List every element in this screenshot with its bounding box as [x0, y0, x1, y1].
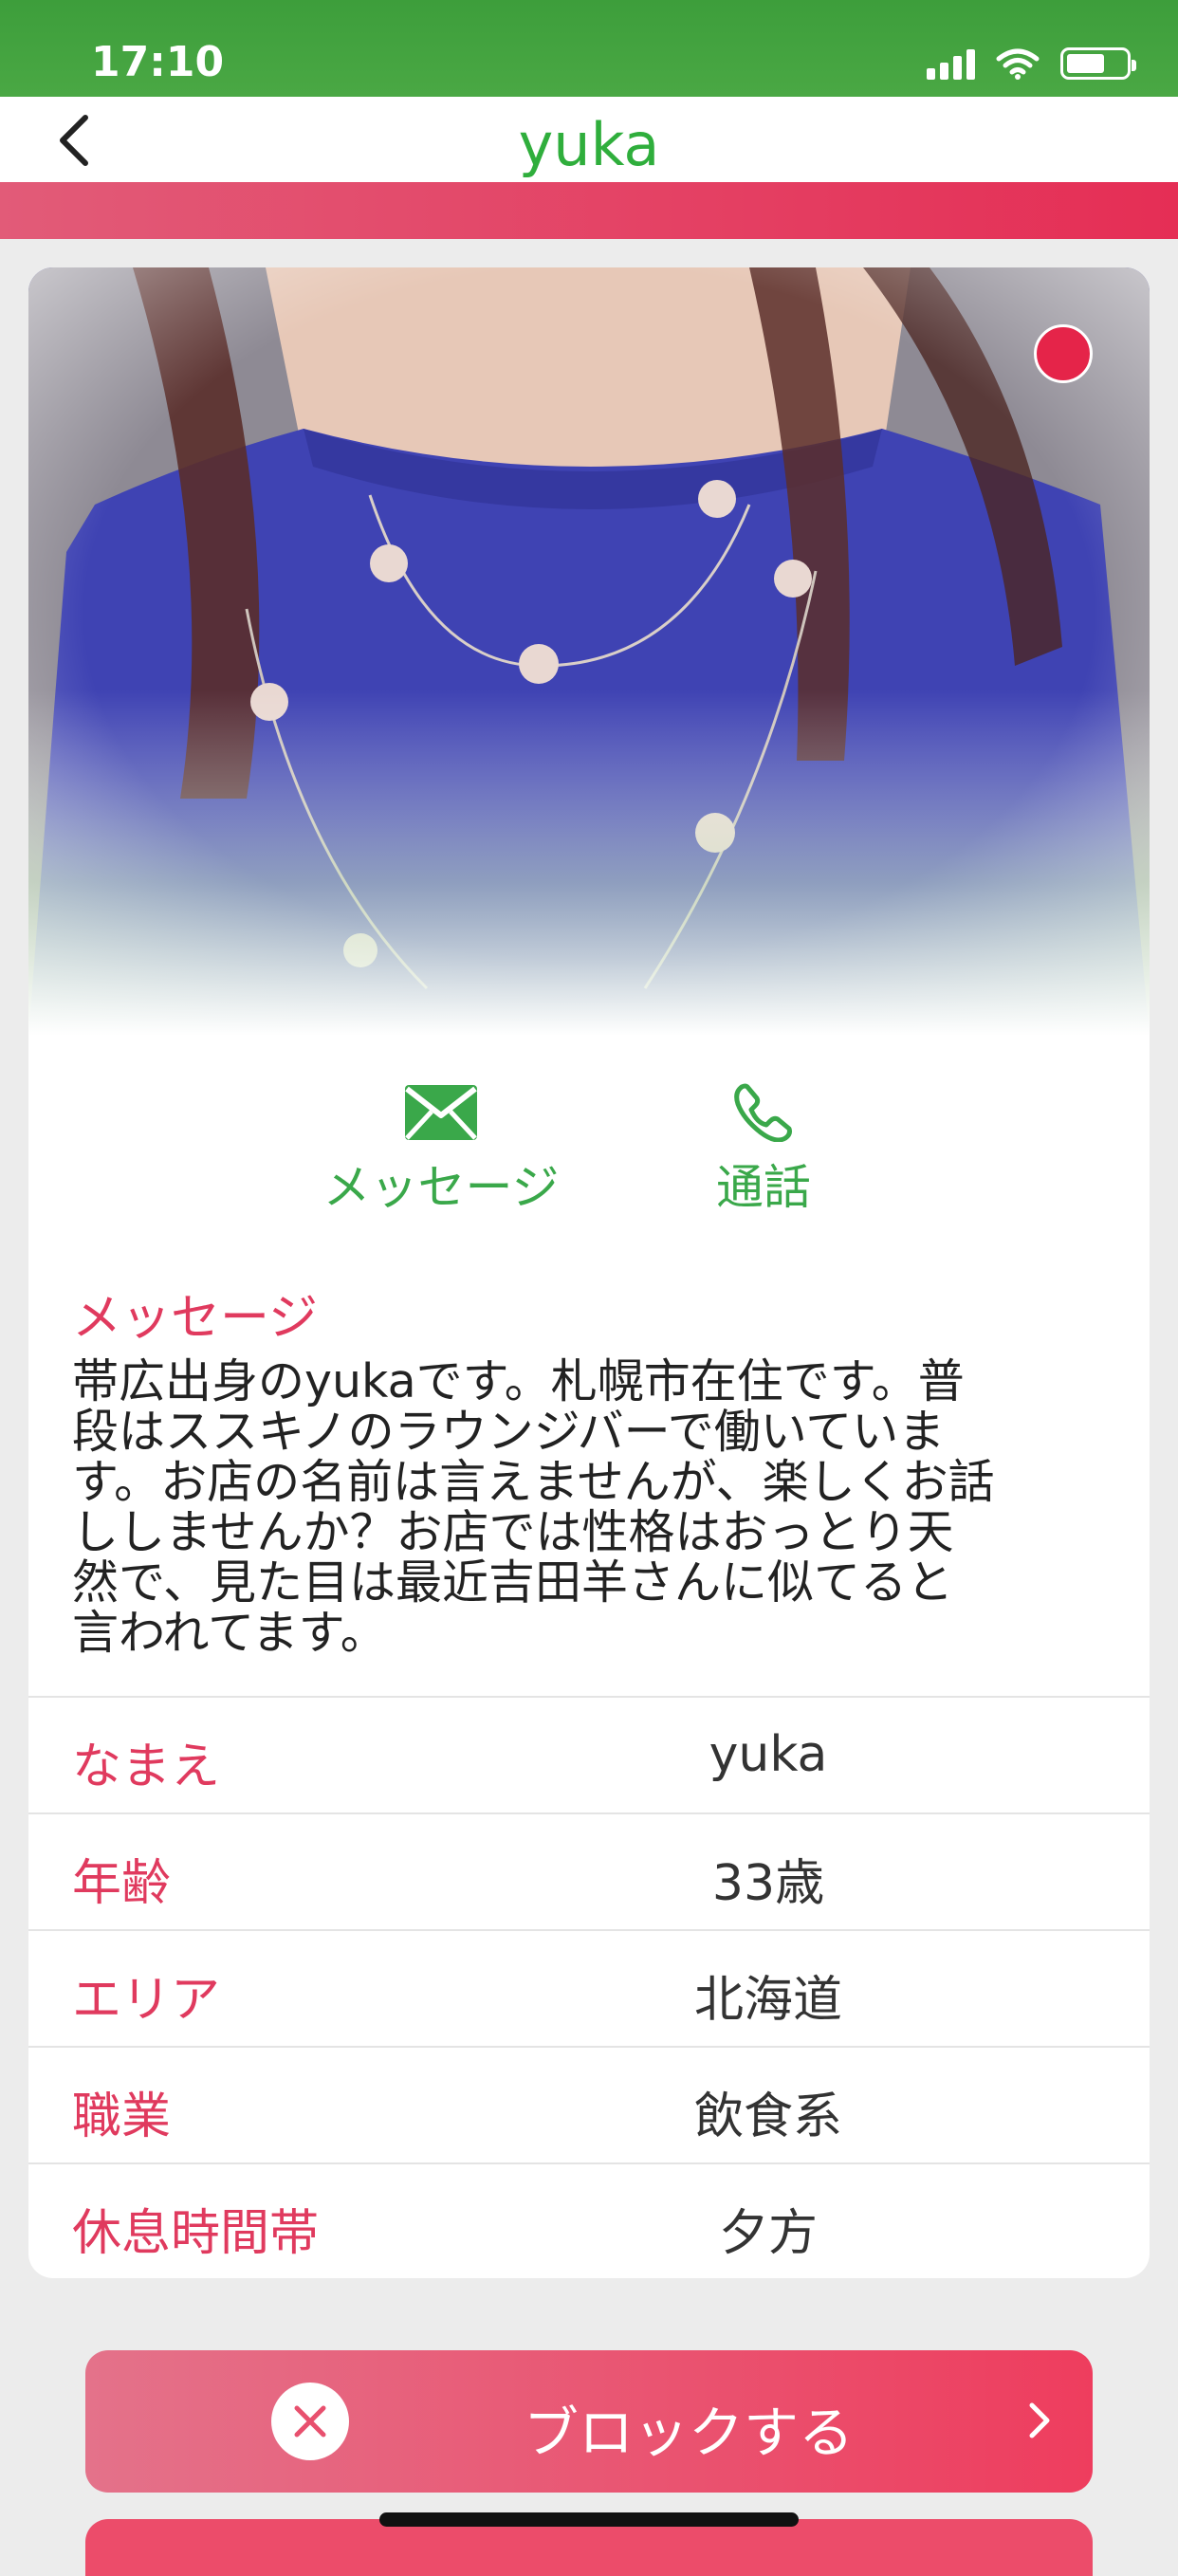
page-title: yuka: [518, 110, 660, 179]
status-bar: 17:10: [0, 0, 1178, 97]
info-key: エリア: [72, 1972, 221, 2029]
profile-info-table: なまえ yuka 年齢 33歳 エリア 北海道 職業 飲食系 休息時間帯 夕方: [28, 1696, 1150, 2278]
phone-icon: [734, 1083, 792, 1142]
report-button[interactable]: [85, 2519, 1093, 2576]
info-row-job: 職業 飲食系: [28, 2046, 1150, 2162]
info-key: 職業: [72, 2088, 172, 2145]
info-key: 年齢: [72, 1855, 172, 1912]
action-buttons: メッセージ 通話: [28, 1083, 1150, 1225]
message-label: メッセージ: [322, 1160, 560, 1215]
info-key: 休息時間帯: [72, 2205, 320, 2262]
info-value: yuka: [709, 1726, 828, 1783]
battery-icon: [1060, 47, 1136, 80]
message-line: ししませんか？お店では性格はおっとり天: [72, 1505, 954, 1559]
message-button[interactable]: メッセージ: [304, 1083, 579, 1218]
profile-card: メッセージ 通話 メッセージ 帯広出身のyukaです。札幌市在住です。普 段はス…: [28, 267, 1150, 2278]
info-value: 夕方: [718, 2205, 818, 2262]
info-value: 飲食系: [693, 2088, 842, 2145]
info-key: なまえ: [72, 1739, 221, 1795]
home-indicator[interactable]: [379, 2512, 799, 2527]
info-row-age: 年齢 33歳: [28, 1812, 1150, 1929]
wifi-icon: [996, 48, 1040, 80]
info-row-rest-time: 休息時間帯 夕方: [28, 2162, 1150, 2278]
message-section-title: メッセージ: [72, 1290, 318, 1347]
message-line: 帯広出身のyukaです。札幌市在住です。普: [72, 1354, 965, 1408]
call-label: 通話: [716, 1160, 811, 1215]
message-line: 言われてます。: [72, 1606, 387, 1660]
status-icons: [927, 47, 1136, 80]
envelope-icon: [405, 1085, 477, 1140]
signal-icon: [927, 47, 975, 80]
message-line: す。お店の名前は言えませんが、楽しくお話: [72, 1455, 995, 1509]
message-line: 然で、見た目は最近吉田羊さんに似てると: [72, 1555, 954, 1610]
nav-bar: yuka: [0, 97, 1178, 182]
message-line: 段はススキノのラウンジバーで働いていま: [72, 1405, 946, 1459]
header-band: [0, 182, 1178, 239]
profile-photo[interactable]: [28, 267, 1150, 1036]
block-button[interactable]: ブロックする: [85, 2350, 1093, 2493]
call-button[interactable]: 通話: [635, 1083, 892, 1218]
info-value: 33歳: [711, 1855, 825, 1912]
info-row-name: なまえ yuka: [28, 1696, 1150, 1812]
info-value: 北海道: [693, 1972, 842, 2029]
block-button-label: ブロックする: [523, 2401, 854, 2465]
profile-message: 帯広出身のyukaです。札幌市在住です。普 段はススキノのラウンジバーで働いてい…: [72, 1356, 1125, 1658]
chevron-right-icon: [1029, 2402, 1050, 2438]
close-circle-icon: [271, 2383, 349, 2460]
online-status-dot: [1034, 324, 1093, 383]
info-row-area: エリア 北海道: [28, 1929, 1150, 2046]
status-time: 17:10: [91, 38, 225, 86]
